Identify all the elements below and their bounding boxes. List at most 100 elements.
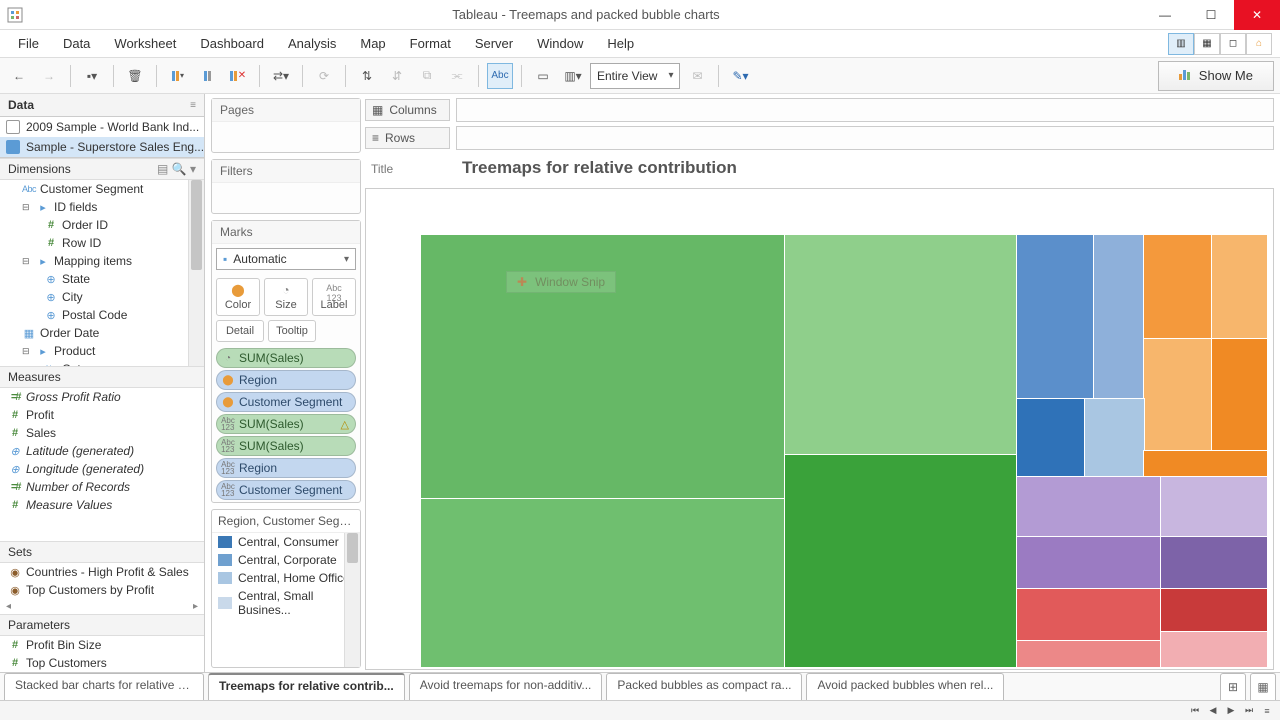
marks-pill[interactable]: Abc123SUM(Sales)△: [216, 414, 356, 434]
treemap-cell[interactable]: [1094, 235, 1145, 399]
worksheet-tab[interactable]: Stacked bar charts for relative c...: [4, 673, 204, 700]
treemap-cell[interactable]: [1161, 477, 1267, 537]
measure-field[interactable]: =#Gross Profit Ratio: [0, 388, 204, 406]
duplicate-sheet-button[interactable]: [195, 63, 221, 89]
treemap-cell[interactable]: [1144, 235, 1212, 339]
sort-asc-button[interactable]: ⇅: [354, 63, 380, 89]
view-window-icon[interactable]: ◻: [1220, 33, 1246, 55]
trash-button[interactable]: 🗑: [122, 63, 148, 89]
show-me-button[interactable]: Show Me: [1158, 61, 1274, 91]
treemap-cell[interactable]: [1017, 537, 1161, 589]
detail-button[interactable]: Detail: [216, 320, 264, 342]
marks-pill[interactable]: ⬤Customer Segment: [216, 392, 356, 412]
save-button[interactable]: ▪▾: [79, 63, 105, 89]
fit-button[interactable]: ▥▾: [560, 63, 586, 89]
treemap-cell[interactable]: [785, 455, 1018, 667]
fit-select[interactable]: Entire View: [590, 63, 680, 89]
dimension-field[interactable]: #Order ID: [0, 216, 204, 234]
refresh-button[interactable]: ⟳: [311, 63, 337, 89]
treemap-cell[interactable]: [1161, 537, 1267, 589]
nav-first-icon[interactable]: ⏮: [1188, 705, 1202, 716]
highlight-button[interactable]: ✎▾: [727, 63, 753, 89]
nav-prev-icon[interactable]: ◀: [1206, 705, 1220, 716]
dimension-field[interactable]: ⊟▸Product: [0, 342, 204, 360]
nav-menu-icon[interactable]: ≡: [1260, 706, 1274, 716]
menu-window[interactable]: Window: [527, 32, 593, 55]
measure-field[interactable]: =#Number of Records: [0, 478, 204, 496]
menu-server[interactable]: Server: [465, 32, 523, 55]
clear-sheet-button[interactable]: ✕: [225, 63, 251, 89]
menu-format[interactable]: Format: [400, 32, 461, 55]
dimension-field[interactable]: #Row ID: [0, 234, 204, 252]
menu-file[interactable]: File: [8, 32, 49, 55]
dimension-field[interactable]: AbcCategory: [0, 360, 204, 366]
dimension-field[interactable]: ▦Order Date: [0, 324, 204, 342]
dimension-field[interactable]: ⊟▸ID fields: [0, 198, 204, 216]
measure-field[interactable]: ⊕Longitude (generated): [0, 460, 204, 478]
treemap-cell[interactable]: [1161, 632, 1267, 667]
scrollbar[interactable]: [344, 533, 360, 667]
group-button[interactable]: ⧉: [414, 63, 440, 89]
marks-pill[interactable]: Abc123Region: [216, 458, 356, 478]
measure-field[interactable]: ⊕Latitude (generated): [0, 442, 204, 460]
worksheet-tab[interactable]: Avoid treemaps for non-additiv...: [409, 673, 603, 700]
worksheet-tab[interactable]: Treemaps for relative contrib...: [208, 673, 405, 700]
dimension-field[interactable]: ⊕City: [0, 288, 204, 306]
treemap-cell[interactable]: [1017, 641, 1161, 667]
measure-field[interactable]: #Profit: [0, 406, 204, 424]
minimize-button[interactable]: —: [1142, 0, 1188, 30]
treemap-cell[interactable]: [1144, 451, 1267, 477]
treemap-cell[interactable]: [1212, 235, 1267, 339]
parameter-field[interactable]: #Top Customers: [0, 654, 204, 672]
parameter-field[interactable]: #Profit Bin Size: [0, 636, 204, 654]
dimension-field[interactable]: ⊟▸Mapping items: [0, 252, 204, 270]
measure-field[interactable]: #Sales: [0, 424, 204, 442]
view-grid-icon[interactable]: ▦: [1194, 33, 1220, 55]
menu-map[interactable]: Map: [350, 32, 395, 55]
nav-last-icon[interactable]: ⏭: [1242, 705, 1256, 716]
menu-help[interactable]: Help: [597, 32, 644, 55]
pages-shelf[interactable]: Pages: [212, 99, 360, 122]
treemap-cell[interactable]: [1161, 589, 1267, 632]
marks-pill[interactable]: ◔SUM(Sales): [216, 348, 356, 368]
legend-item[interactable]: Central, Consumer: [212, 533, 360, 551]
menu-dashboard[interactable]: Dashboard: [190, 32, 274, 55]
datasource-item[interactable]: Sample - Superstore Sales Eng...: [0, 137, 204, 157]
treemap-cell[interactable]: [785, 235, 1018, 455]
treemap-cell[interactable]: [1017, 477, 1161, 537]
viz-canvas[interactable]: ✚Window Snip: [365, 188, 1274, 670]
menu-analysis[interactable]: Analysis: [278, 32, 346, 55]
menu-worksheet[interactable]: Worksheet: [104, 32, 186, 55]
dimension-field[interactable]: ⊕State: [0, 270, 204, 288]
tooltip-button[interactable]: Tooltip: [268, 320, 316, 342]
new-worksheet-button[interactable]: ⊞: [1220, 673, 1246, 700]
dimension-field[interactable]: ⊕Postal Code: [0, 306, 204, 324]
home-icon[interactable]: ⌂: [1246, 33, 1272, 55]
columns-shelf[interactable]: [456, 98, 1274, 122]
forward-button[interactable]: →: [36, 63, 62, 89]
treemap-cell[interactable]: [1212, 339, 1267, 451]
legend-item[interactable]: Central, Home Office: [212, 569, 360, 587]
measure-field[interactable]: #Measure Values: [0, 496, 204, 514]
label-button[interactable]: Abc123Label: [312, 278, 356, 316]
presentation-button[interactable]: ▭: [530, 63, 556, 89]
dimension-field[interactable]: AbcCustomer Segment: [0, 180, 204, 198]
marks-pill[interactable]: Abc123Customer Segment: [216, 480, 356, 500]
datasource-item[interactable]: 2009 Sample - World Bank Ind...: [0, 117, 204, 137]
size-button[interactable]: ◔Size: [264, 278, 308, 316]
set-field[interactable]: ◉Countries - High Profit & Sales: [0, 563, 204, 581]
legend-item[interactable]: Central, Corporate: [212, 551, 360, 569]
scrollbar[interactable]: [188, 180, 204, 366]
treemap-cell[interactable]: [1017, 399, 1085, 477]
treemap-cell[interactable]: [1144, 339, 1212, 451]
marks-pill[interactable]: Abc123SUM(Sales): [216, 436, 356, 456]
menu-data[interactable]: Data: [53, 32, 100, 55]
attach-button[interactable]: ⫘: [444, 63, 470, 89]
back-button[interactable]: ←: [6, 63, 32, 89]
swap-button[interactable]: ⇄▾: [268, 63, 294, 89]
treemap-cell[interactable]: [1017, 235, 1093, 399]
treemap-cell[interactable]: [1017, 589, 1161, 641]
legend-item[interactable]: Central, Small Busines...: [212, 587, 360, 619]
viz-title[interactable]: Treemaps for relative contribution: [456, 154, 737, 184]
marks-type-select[interactable]: ▪Automatic: [216, 248, 356, 270]
